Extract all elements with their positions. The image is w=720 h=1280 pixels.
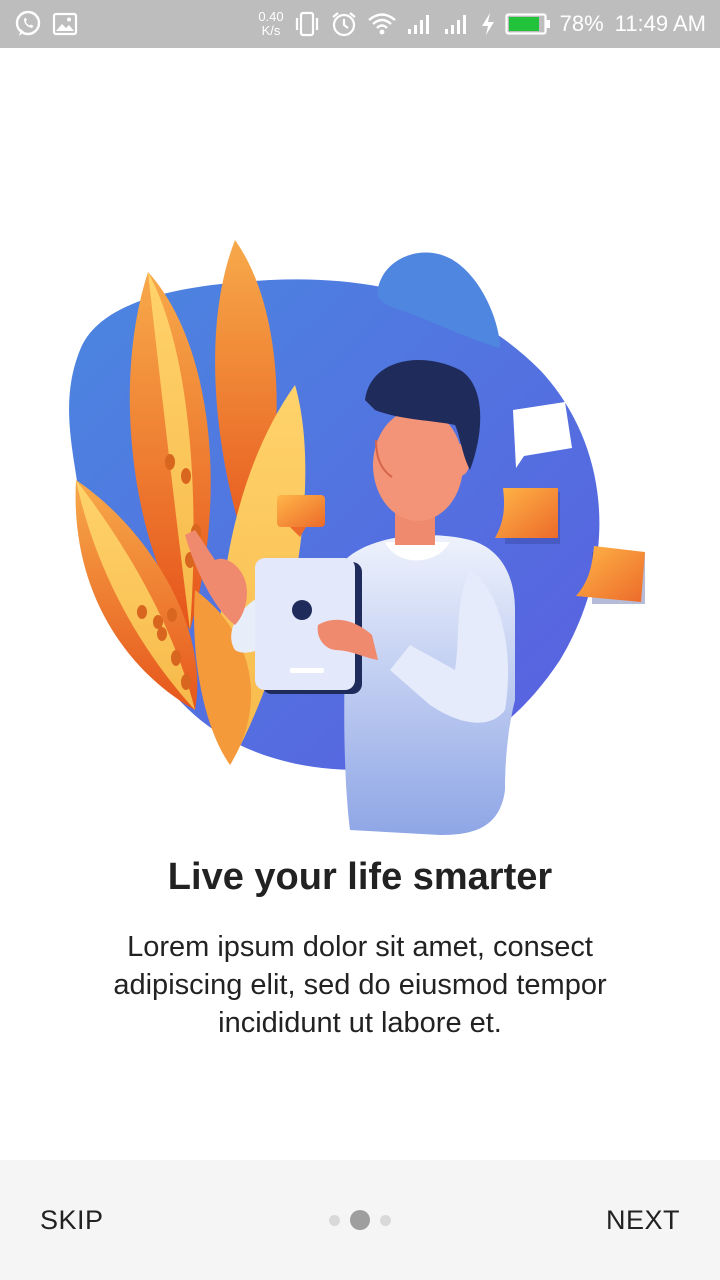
page-indicator <box>329 1210 391 1230</box>
onboarding-illustration <box>0 230 720 850</box>
page-dot-3[interactable] <box>380 1214 391 1226</box>
network-speed-value: 0.40 <box>258 9 284 24</box>
battery-percent: 78% <box>559 11 604 36</box>
battery-icon <box>505 12 551 36</box>
onboarding-description: Lorem ipsum dolor sit amet, consect adip… <box>113 931 607 1039</box>
alarm-icon <box>330 10 358 38</box>
clock: 11:49 AM <box>614 11 706 36</box>
status-bar-right: 0.40 K/s 78% 11:49 AM <box>258 10 706 38</box>
image-icon <box>52 11 78 37</box>
charging-icon <box>480 12 496 36</box>
network-speed: 0.40 K/s <box>258 10 283 38</box>
status-bar-left <box>14 10 78 38</box>
vibrate-icon <box>293 11 321 37</box>
whatsapp-icon <box>14 10 42 38</box>
next-button[interactable]: NEXT <box>606 1205 680 1236</box>
page-dot-1[interactable] <box>329 1214 340 1226</box>
network-speed-unit: K/s <box>261 23 281 38</box>
status-bar: 0.40 K/s 78% 11:49 AM <box>0 0 720 48</box>
signal-icon-2 <box>443 12 471 36</box>
skip-button[interactable]: SKIP <box>40 1205 104 1236</box>
onboarding-title: Live your life smarter <box>167 856 553 898</box>
signal-icon <box>406 12 434 36</box>
page-dot-2-active[interactable] <box>350 1210 370 1230</box>
bottom-navigation-bar: SKIP NEXT <box>0 1160 720 1280</box>
wifi-icon <box>367 11 397 37</box>
